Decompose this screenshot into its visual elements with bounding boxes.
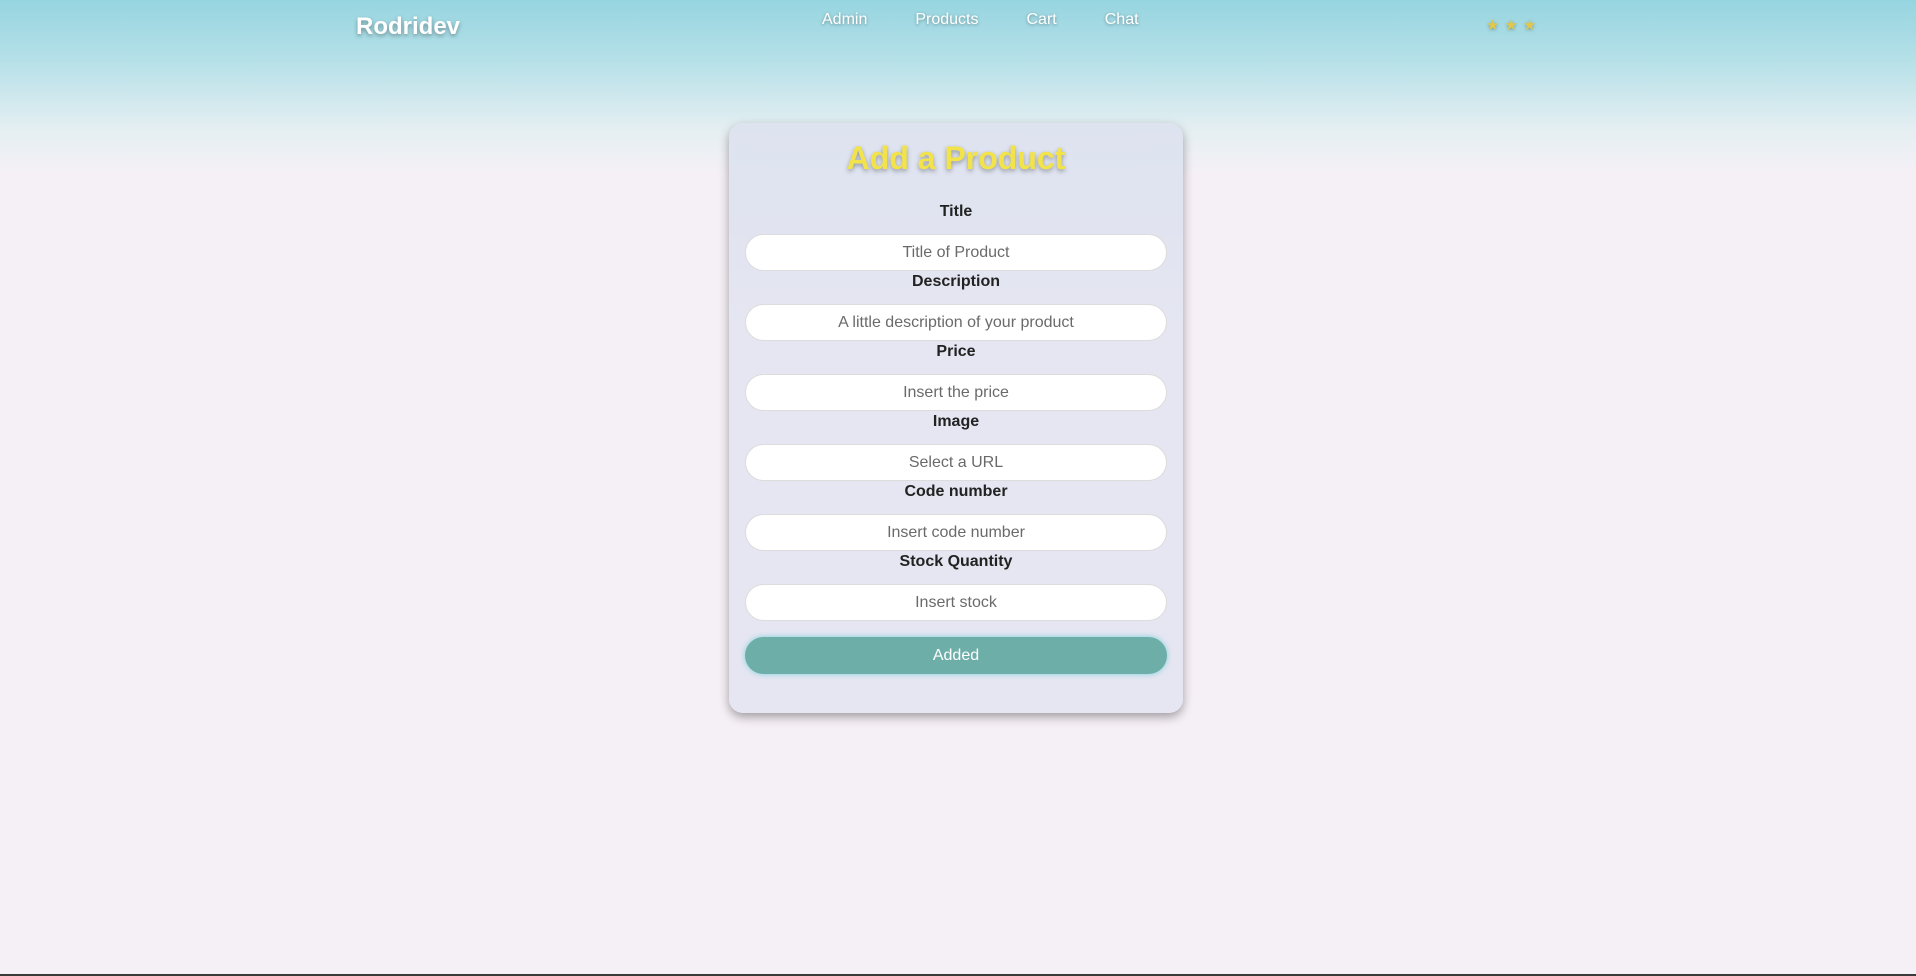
description-input[interactable]: [745, 304, 1167, 341]
nav-links: Admin Products Cart Chat: [822, 11, 1187, 29]
star-icon: ★: [1522, 17, 1537, 34]
star-icon: ★: [1504, 17, 1518, 34]
title-input[interactable]: [745, 234, 1167, 271]
description-label: Description: [911, 273, 1000, 290]
price-input[interactable]: [745, 374, 1167, 411]
nav-link-cart[interactable]: Cart: [1027, 11, 1057, 29]
star-icon: ★: [1486, 17, 1500, 34]
code-number-input[interactable]: [745, 514, 1167, 551]
price-label: Price: [936, 343, 976, 360]
code-number-label: Code number: [904, 483, 1008, 500]
stock-quantity-label: Stock Quantity: [899, 553, 1013, 570]
brand-logo[interactable]: Rodridev: [356, 13, 460, 41]
nav-link-products[interactable]: Products: [915, 11, 978, 29]
submit-button[interactable]: Added: [745, 637, 1167, 674]
nav-link-admin[interactable]: Admin: [822, 11, 867, 29]
form-title: Add a Product: [846, 140, 1066, 176]
nav-link-chat[interactable]: Chat: [1105, 11, 1139, 29]
navbar: Rodridev Admin Products Cart Chat ★ ★ ★: [0, 0, 1916, 60]
add-product-form: Add a Product Title Description Price Im…: [729, 123, 1183, 713]
stock-quantity-input[interactable]: [745, 584, 1167, 621]
image-url-input[interactable]: [745, 444, 1167, 481]
image-label: Image: [932, 413, 980, 430]
stars-rating: ★ ★ ★: [1486, 18, 1536, 33]
title-label: Title: [939, 203, 973, 220]
